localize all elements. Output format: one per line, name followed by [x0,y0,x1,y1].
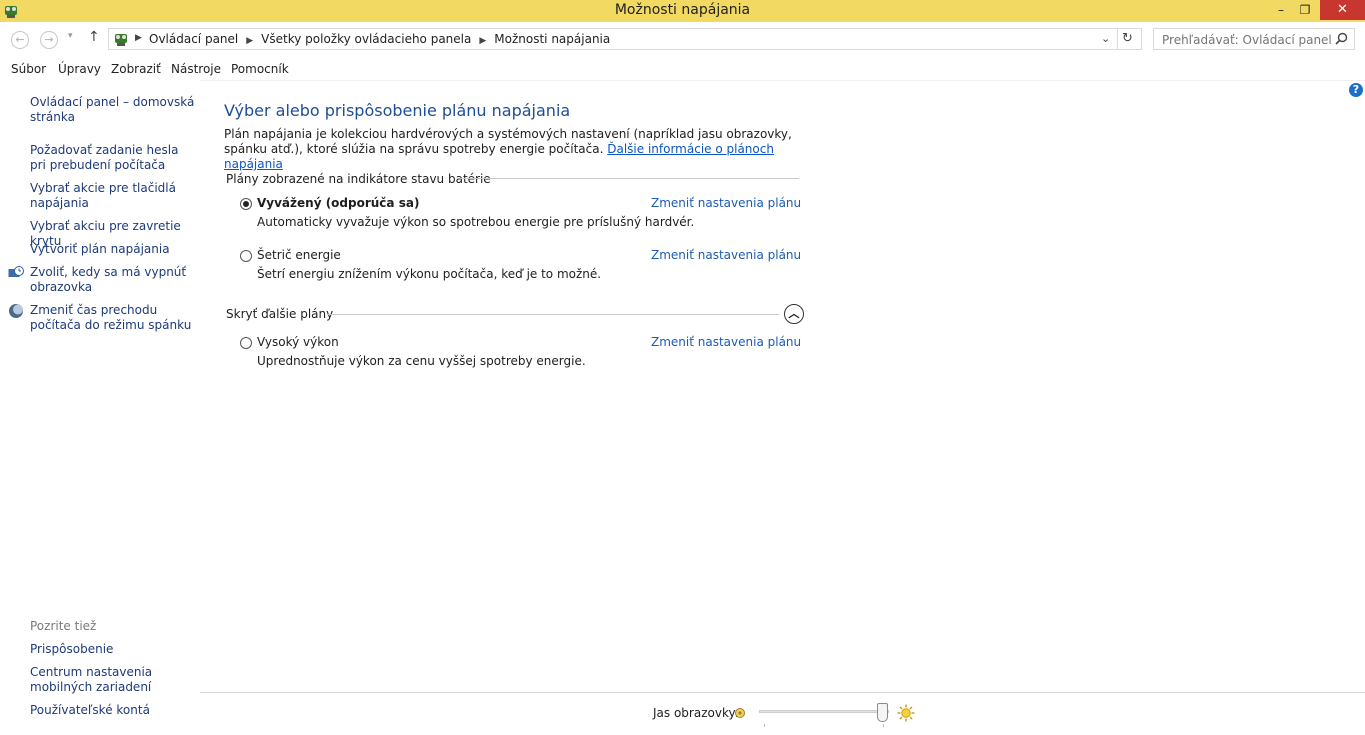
menu-edit[interactable]: Úpravy [58,62,101,76]
breadcrumb-item[interactable]: Ovládací panel [149,32,238,46]
close-button[interactable]: ✕ [1320,0,1365,20]
display-clock-icon [8,266,24,277]
divider [1117,29,1118,49]
section-heading-hidden-plans[interactable]: Skryť ďalšie plány [226,307,333,321]
address-row: ← → ▾ ↑ ▶ Ovládací panel ▶ Všetky položky … [0,22,1365,58]
address-bar[interactable]: ▶ Ovládací panel ▶ Všetky položky ovládaci… [108,28,1142,50]
sleep-moon-icon [9,304,23,318]
menu-view[interactable]: Zobraziť [111,62,161,76]
menu-tools[interactable]: Nástroje [171,62,221,76]
page-description: Plán napájania je kolekciou hardvérových… [224,127,804,172]
breadcrumb: Ovládací panel ▶ Všetky položky ovládacieh… [149,32,610,46]
breadcrumb-item[interactable]: Všetky položky ovládacieho panela [261,32,471,46]
plan-power-saver-description: Šetrí energiu znížením výkonu počítača, … [257,267,602,281]
radio-selected-dot [243,201,249,207]
refresh-icon[interactable]: ↻ [1122,31,1133,46]
sidebar-item-display-off[interactable]: Zvoliť, kedy sa má vypnúť obrazovka [30,265,195,295]
brightness-slider-thumb[interactable] [877,703,888,722]
plan-high-performance-radio[interactable] [240,337,252,349]
help-icon[interactable]: ? [1349,83,1363,97]
section-divider [327,314,779,315]
plan-balanced-label[interactable]: Vyvážený (odporúča sa) [257,196,419,210]
sidebar-home-link[interactable]: Ovládací panel – domovská stránka [30,95,195,125]
search-box[interactable] [1153,28,1355,50]
sidebar-item-password-on-wakeup[interactable]: Požadovať zadanie hesla pri prebudení po… [30,143,195,173]
brightness-high-sun-icon [897,704,915,722]
recent-pages-chevron-icon[interactable]: ▾ [68,31,73,41]
sidebar: Ovládací panel – domovská stránka Požado… [0,80,200,735]
sidebar-item-sleep-time[interactable]: Zmeniť čas prechodu počítača do režimu s… [30,303,195,333]
section-heading-battery-plans: Plány zobrazené na indikátore stavu baté… [226,172,491,186]
sidebar-item-create-plan[interactable]: Vytvoriť plán napájania [30,242,195,257]
brightness-low-icon [735,708,745,718]
slider-tick [764,724,765,727]
plan-balanced-change-link[interactable]: Zmeniť nastavenia plánu [651,196,801,210]
back-button[interactable]: ← [11,31,29,49]
plan-balanced-description: Automaticky vyvažuje výkon so spotrebou … [257,215,695,229]
brightness-slider-track[interactable] [759,710,889,713]
plan-power-saver-label[interactable]: Šetrič energie [257,248,341,262]
page-title: Výber alebo prispôsobenie plánu napájani… [224,101,571,120]
breadcrumb-separator-icon[interactable]: ▶ [479,36,486,46]
section-divider [460,178,799,179]
address-dropdown-chevron-icon[interactable]: ⌄ [1101,32,1110,45]
see-also-user-accounts[interactable]: Používateľské kontá [30,703,195,718]
breadcrumb-separator-icon[interactable]: ▶ [135,33,142,43]
see-also-mobility-center[interactable]: Centrum nastavenia mobilných zariadení [30,665,195,695]
minimize-button[interactable]: – [1268,0,1294,20]
sidebar-item-power-buttons[interactable]: Vybrať akcie pre tlačidlá napájania [30,181,195,211]
menu-bar: Súbor Úpravy Zobraziť Nástroje Pomocník [0,58,1365,81]
plan-high-performance-description: Uprednostňuje výkon za cenu vyššej spotr… [257,354,586,368]
control-panel-icon [115,34,127,46]
see-also-heading: Pozrite tiež [30,619,97,633]
see-also-personalization[interactable]: Prispôsobenie [30,642,195,657]
collapse-chevron-up-icon[interactable]: ︿ [784,304,804,324]
slider-tick [883,724,884,727]
breadcrumb-item[interactable]: Možnosti napájania [494,32,610,46]
menu-file[interactable]: Súbor [11,62,46,76]
forward-button[interactable]: → [40,31,58,49]
plan-power-saver-change-link[interactable]: Zmeniť nastavenia plánu [651,248,801,262]
up-button[interactable]: ↑ [88,29,100,45]
bottom-divider [200,692,1365,693]
menu-help[interactable]: Pomocník [231,62,289,76]
plan-high-performance-change-link[interactable]: Zmeniť nastavenia plánu [651,335,801,349]
breadcrumb-separator-icon[interactable]: ▶ [246,36,253,46]
restore-button[interactable]: ❐ [1292,0,1318,20]
search-icon[interactable] [1335,32,1348,45]
brightness-label: Jas obrazovky: [653,706,739,720]
window-title: Možnosti napájania [614,2,751,18]
plan-high-performance-label[interactable]: Vysoký výkon [257,335,339,349]
title-bar[interactable]: Možnosti napájania – ❐ ✕ [0,0,1365,22]
search-input[interactable] [1160,30,1334,50]
plan-power-saver-radio[interactable] [240,250,252,262]
plan-balanced-radio[interactable] [240,198,252,210]
